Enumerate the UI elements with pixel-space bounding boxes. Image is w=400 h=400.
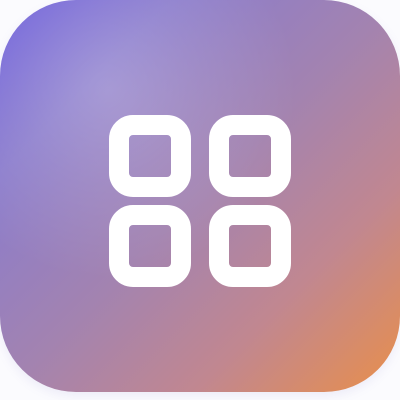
grid-cell-top-right	[209, 115, 291, 197]
grid-cell-bottom-left	[109, 205, 191, 287]
canvas	[0, 0, 400, 400]
grid-cell-bottom-right	[209, 205, 291, 287]
app-icon-tile[interactable]	[0, 0, 400, 392]
grid-2x2-icon	[109, 115, 291, 287]
grid-cell-top-left	[109, 115, 191, 197]
